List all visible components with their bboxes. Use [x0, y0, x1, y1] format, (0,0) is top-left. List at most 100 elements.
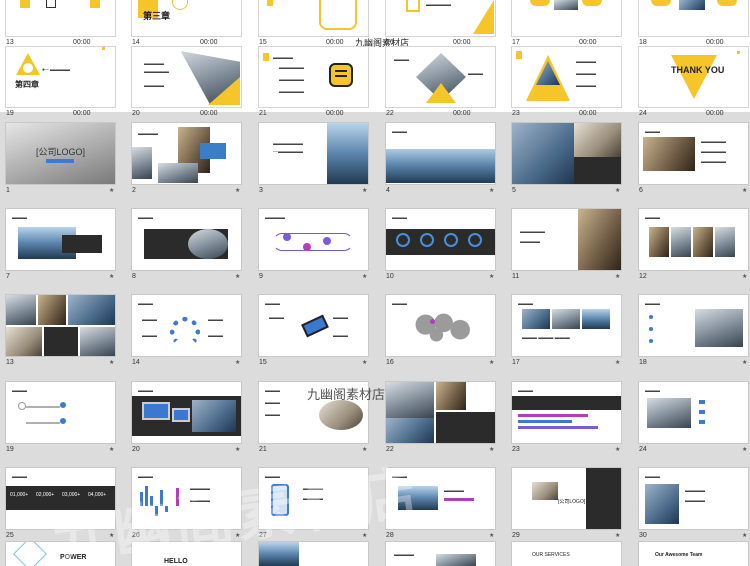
transition-icon: ★ — [615, 274, 621, 280]
transition-icon: ★ — [489, 188, 495, 194]
slide-number: 5 — [512, 187, 516, 194]
slide-number: 21 — [259, 446, 267, 453]
slide-thumbnail[interactable]: OUR SERVICES — [512, 542, 621, 566]
slide-number: 20 — [132, 446, 140, 453]
slide-thumbnail[interactable]: ▬▬▬ — [639, 382, 748, 443]
slide-number: 12 — [639, 273, 647, 280]
slide-thumbnail[interactable]: ▬▬▬▬ — [386, 542, 495, 566]
slide-number: 14 — [132, 39, 140, 46]
slide-thumbnail[interactable]: ▬▬▬▬ — [132, 123, 241, 184]
chapter-title: 第四章 — [15, 80, 39, 89]
slide-number: 7 — [6, 273, 10, 280]
slide-thumbnail[interactable] — [512, 0, 621, 36]
slide-thumbnail[interactable]: ▬▬▬ ▬▬▬ ▬▬▬ ▬▬▬ — [259, 295, 368, 356]
slide-timing: 00:00 — [579, 39, 597, 46]
slide-thumbnail[interactable]: ▬▬▬ — [386, 123, 495, 184]
transition-icon: ★ — [109, 188, 115, 194]
slide-thumbnail[interactable]: ▬▬▬▬ ▬▬▬▬▬ ▬▬▬▬▬ ▬▬▬▬▬ — [259, 47, 368, 107]
slide-thumbnail[interactable]: 第四章 ●─ ▬▬▬▬ — [6, 47, 115, 107]
slide-thumbnail[interactable]: ▬▬▬▬▬ — [386, 0, 495, 36]
chapter-title: 第三章 — [143, 11, 171, 21]
slide-heading: OUR SERVICES — [532, 552, 570, 558]
slide-number: 23 — [512, 110, 520, 117]
transition-icon: ★ — [109, 447, 115, 453]
slide-thumbnail[interactable]: 第三章 — [132, 0, 241, 36]
transition-icon: ★ — [742, 188, 748, 194]
slide-number: 22 — [386, 110, 394, 117]
slide-number: 24 — [639, 110, 647, 117]
slide-thumbnail[interactable]: ▬▬▬ ▬▬▬ ▬▬▬ ▬▬▬ — [512, 295, 621, 356]
slide-thumbnail[interactable]: ▬▬▬ ▬▬▬ ▬▬▬ ▬▬▬ ▬▬▬ — [132, 295, 241, 356]
slide-thumbnail[interactable]: ▬▬▬ — [132, 382, 241, 443]
transition-icon: ★ — [489, 447, 495, 453]
transition-icon: ★ — [109, 360, 115, 366]
transition-icon: ★ — [742, 447, 748, 453]
slide-number: 20 — [132, 110, 140, 117]
slide-number: 18 — [639, 39, 647, 46]
slide-number: 15 — [259, 359, 267, 366]
slide-thumbnail[interactable]: ▬▬▬ — [386, 295, 495, 356]
slide-number: 14 — [132, 359, 140, 366]
slide-number: 15 — [259, 39, 267, 46]
slide-thumbnail[interactable] — [386, 382, 495, 443]
slide-thumbnail[interactable] — [512, 123, 621, 184]
slide-thumbnail[interactable]: ▬▬▬ — [6, 209, 115, 270]
transition-icon: ★ — [615, 533, 621, 539]
slide-number: 18 — [639, 359, 647, 366]
transition-icon: ★ — [362, 360, 368, 366]
slide-number: 13 — [6, 39, 14, 46]
slide-thumbnail[interactable]: ▬▬▬ ▬▬▬▬▬ ▬▬▬▬▬ ▬▬▬▬▬ — [639, 123, 748, 184]
transition-icon: ★ — [235, 274, 241, 280]
slide-thumbnail[interactable]: ▬▬▬▬ ▬▬▬▬▬ ▬▬▬▬ — [132, 47, 241, 107]
slide-thumbnail[interactable]: [公司LOGO] — [6, 123, 115, 184]
slide-number: 8 — [132, 273, 136, 280]
transition-icon: ★ — [235, 360, 241, 366]
slide-number: 10 — [386, 273, 394, 280]
slide-number: 24 — [639, 446, 647, 453]
slide-number: 9 — [259, 273, 263, 280]
slide-timing: 00:00 — [453, 39, 471, 46]
slide-thumbnail[interactable]: [公司LOGO] — [512, 468, 621, 529]
slide-number: 4 — [386, 187, 390, 194]
slide-timing: 00:00 — [706, 110, 724, 117]
transition-icon: ★ — [235, 447, 241, 453]
slide-thumbnail[interactable]: ▬▬▬ — [6, 382, 115, 443]
slide-thumbnail[interactable]: ▬▬▬ ▬▬▬ — [386, 47, 495, 107]
slide-number: 19 — [6, 110, 14, 117]
slide-number: 21 — [259, 110, 267, 117]
slide-number: 16 — [386, 359, 394, 366]
transition-icon: ★ — [615, 447, 621, 453]
logo-text: [公司LOGO] — [558, 499, 586, 505]
slide-thumbnail[interactable] — [6, 0, 115, 36]
slide-thumbnail[interactable]: ▬▬▬ — [386, 209, 495, 270]
slide-timing: 00:00 — [706, 39, 724, 46]
slide-heading: Our Awesome Team — [655, 552, 703, 558]
thank-you-text: THANK YOU — [671, 65, 725, 75]
transition-icon: ★ — [362, 274, 368, 280]
slide-number: 29 — [512, 532, 520, 539]
slide-thumbnail[interactable]: ▬▬▬ — [512, 382, 621, 443]
transition-icon: ★ — [742, 533, 748, 539]
slide-thumbnail[interactable]: ▬▬▬ — [639, 295, 748, 356]
slide-thumbnail[interactable]: THANK YOU — [639, 47, 748, 107]
slide-thumbnail[interactable]: ▬▬▬ ▬▬▬▬ ▬▬▬▬ — [639, 468, 748, 529]
slide-number: 23 — [512, 446, 520, 453]
slide-thumbnail[interactable] — [259, 0, 368, 36]
slide-number: 17 — [512, 359, 520, 366]
slide-thumbnail[interactable]: ▬▬▬▬ — [259, 209, 368, 270]
slide-thumbnail[interactable]: Our Awesome Team — [639, 542, 748, 566]
transition-icon: ★ — [235, 188, 241, 194]
slide-thumbnail[interactable]: ▬▬▬▬▬▬ —▬▬▬▬▬ — [259, 123, 368, 184]
transition-icon: ★ — [615, 188, 621, 194]
slide-number: 19 — [6, 446, 14, 453]
slide-thumbnail[interactable] — [639, 0, 748, 36]
slide-number: 25 — [6, 532, 14, 539]
transition-icon: ★ — [489, 360, 495, 366]
slide-thumbnail[interactable]: ▬▬▬ — [132, 209, 241, 270]
slide-thumbnail[interactable]: ▬▬▬ — [639, 209, 748, 270]
slide-thumbnail[interactable] — [6, 295, 115, 356]
slide-thumbnail[interactable]: ▬▬▬▬▬ ▬▬▬▬ — [512, 209, 621, 270]
slide-timing: 00:00 — [453, 110, 471, 117]
transition-icon: ★ — [615, 360, 621, 366]
slide-thumbnail[interactable]: ▬▬▬▬ ▬▬▬▬ ▬▬▬▬ — [512, 47, 621, 107]
